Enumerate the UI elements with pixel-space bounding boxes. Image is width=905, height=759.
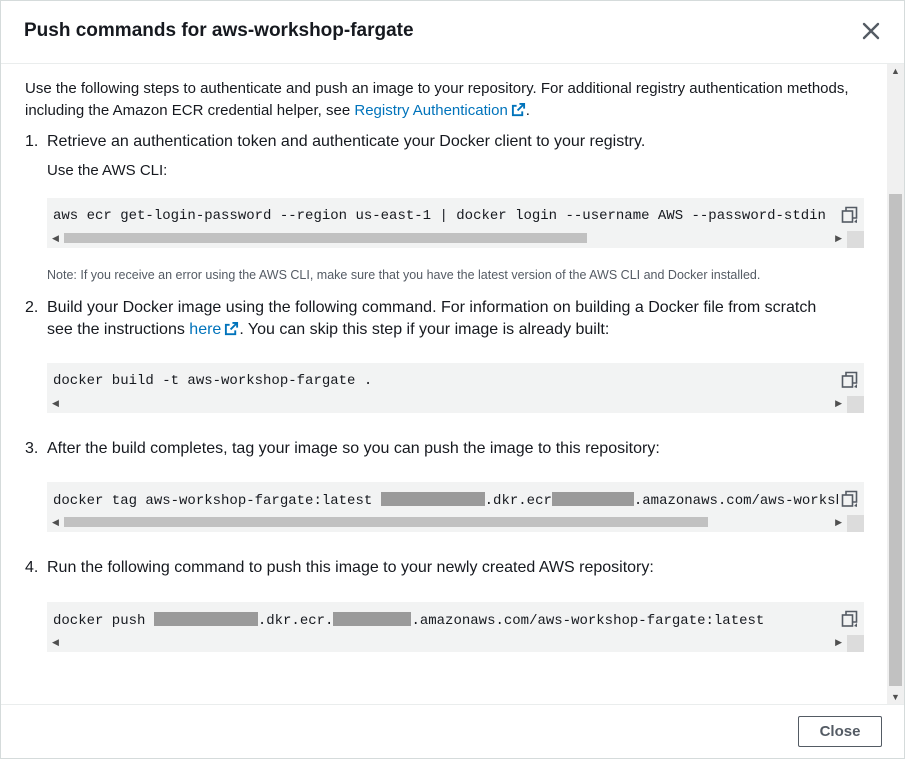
- scroll-left-arrow-icon[interactable]: ◀: [52, 398, 59, 409]
- modal-title: Push commands for aws-workshop-fargate: [24, 20, 414, 41]
- scrollbar-thumb[interactable]: [64, 517, 708, 527]
- code-block-1: aws ecr get-login-password --region us-e…: [47, 198, 864, 248]
- redacted-region: [333, 612, 412, 626]
- copy-icon[interactable]: [841, 490, 859, 508]
- command-text[interactable]: docker build -t aws-workshop-fargate .: [53, 373, 838, 389]
- step-2-text-after: . You can skip this step if your image i…: [239, 321, 610, 338]
- intro-end: .: [525, 102, 530, 119]
- command-text[interactable]: docker push .dkr.ecr. .amazonaws.com/aws-…: [53, 612, 838, 629]
- step-1-subtitle: Use the AWS CLI:: [47, 162, 168, 179]
- step-text: Retrieve an authentication token and aut…: [47, 133, 646, 150]
- modal-header: Push commands for aws-workshop-fargate: [1, 1, 904, 64]
- scrollbar-thumb[interactable]: [889, 194, 902, 686]
- command-part: .dkr.ecr: [484, 493, 552, 509]
- scroll-left-arrow-icon[interactable]: ◀: [52, 233, 59, 244]
- redacted-account-id: [153, 612, 258, 626]
- code-block-2: docker build -t aws-workshop-fargate . ◀…: [47, 363, 864, 413]
- scrollbar-corner: [847, 396, 864, 413]
- scroll-right-arrow-icon[interactable]: ▶: [835, 637, 842, 648]
- step-3: 3. After the build completes, tag your i…: [25, 438, 660, 460]
- close-icon[interactable]: [860, 20, 882, 42]
- intro-paragraph: Use the following steps to authenticate …: [25, 78, 855, 122]
- command-part: .amazonaws.com/aws-workshop-fargate:late…: [411, 613, 765, 629]
- here-link-label: here: [189, 321, 222, 338]
- step-number: 4.: [25, 559, 39, 576]
- modal-footer: Close: [1, 704, 904, 759]
- redacted-region: [551, 492, 634, 506]
- scroll-right-arrow-icon[interactable]: ▶: [835, 398, 842, 409]
- command-part: docker tag aws-workshop-fargate:latest: [53, 493, 381, 509]
- step-number: 1.: [25, 133, 39, 150]
- scroll-left-arrow-icon[interactable]: ◀: [52, 637, 59, 648]
- step-text: Run the following command to push this i…: [47, 559, 654, 576]
- copy-icon[interactable]: [841, 610, 859, 628]
- scroll-down-arrow-icon[interactable]: ▼: [891, 692, 900, 702]
- command-text[interactable]: docker tag aws-workshop-fargate:latest .…: [53, 492, 838, 509]
- horizontal-scrollbar[interactable]: ◀ ▶: [47, 396, 864, 413]
- command-part: .dkr.ecr.: [257, 613, 334, 629]
- scrollbar-thumb[interactable]: [64, 233, 587, 243]
- close-button[interactable]: Close: [798, 716, 882, 747]
- command-part: docker push: [53, 613, 154, 629]
- code-block-4: docker push .dkr.ecr. .amazonaws.com/aws-…: [47, 602, 864, 652]
- scroll-left-arrow-icon[interactable]: ◀: [52, 517, 59, 528]
- scroll-right-arrow-icon[interactable]: ▶: [835, 233, 842, 244]
- command-text[interactable]: aws ecr get-login-password --region us-e…: [53, 208, 838, 224]
- copy-icon[interactable]: [841, 206, 859, 224]
- scroll-right-arrow-icon[interactable]: ▶: [835, 517, 842, 528]
- registry-authentication-link[interactable]: Registry Authentication: [354, 102, 525, 119]
- code-block-3: docker tag aws-workshop-fargate:latest .…: [47, 482, 864, 532]
- step-number: 2.: [25, 299, 39, 316]
- scrollbar-corner: [847, 231, 864, 248]
- step-text: After the build completes, tag your imag…: [47, 440, 660, 457]
- horizontal-scrollbar[interactable]: ◀ ▶: [47, 231, 864, 248]
- push-commands-modal: Push commands for aws-workshop-fargate U…: [0, 0, 905, 759]
- vertical-scrollbar[interactable]: ▲ ▼: [887, 64, 904, 704]
- step-2: 2. Build your Docker image using the fol…: [25, 297, 816, 338]
- step-4: 4. Run the following command to push thi…: [25, 557, 654, 579]
- step-1: 1. Retrieve an authentication token and …: [25, 131, 645, 153]
- horizontal-scrollbar[interactable]: ◀ ▶: [47, 635, 864, 652]
- instructions-here-link[interactable]: here: [189, 321, 239, 338]
- scrollbar-corner: [847, 635, 864, 652]
- scroll-up-arrow-icon[interactable]: ▲: [891, 66, 900, 76]
- step-text: Build your Docker image using the follow…: [47, 297, 837, 341]
- copy-icon[interactable]: [841, 371, 859, 389]
- command-part: .amazonaws.com/aws-workshop-fargate:late…: [633, 493, 838, 509]
- horizontal-scrollbar[interactable]: ◀ ▶: [47, 515, 864, 532]
- scrollbar-corner: [847, 515, 864, 532]
- external-link-icon: [225, 321, 239, 336]
- step-1-note: Note: If you receive an error using the …: [47, 268, 761, 282]
- modal-body: Use the following steps to authenticate …: [1, 64, 887, 704]
- redacted-account-id: [380, 492, 485, 506]
- external-link-icon: [511, 102, 525, 117]
- step-number: 3.: [25, 440, 39, 457]
- registry-authentication-link-label: Registry Authentication: [354, 102, 508, 119]
